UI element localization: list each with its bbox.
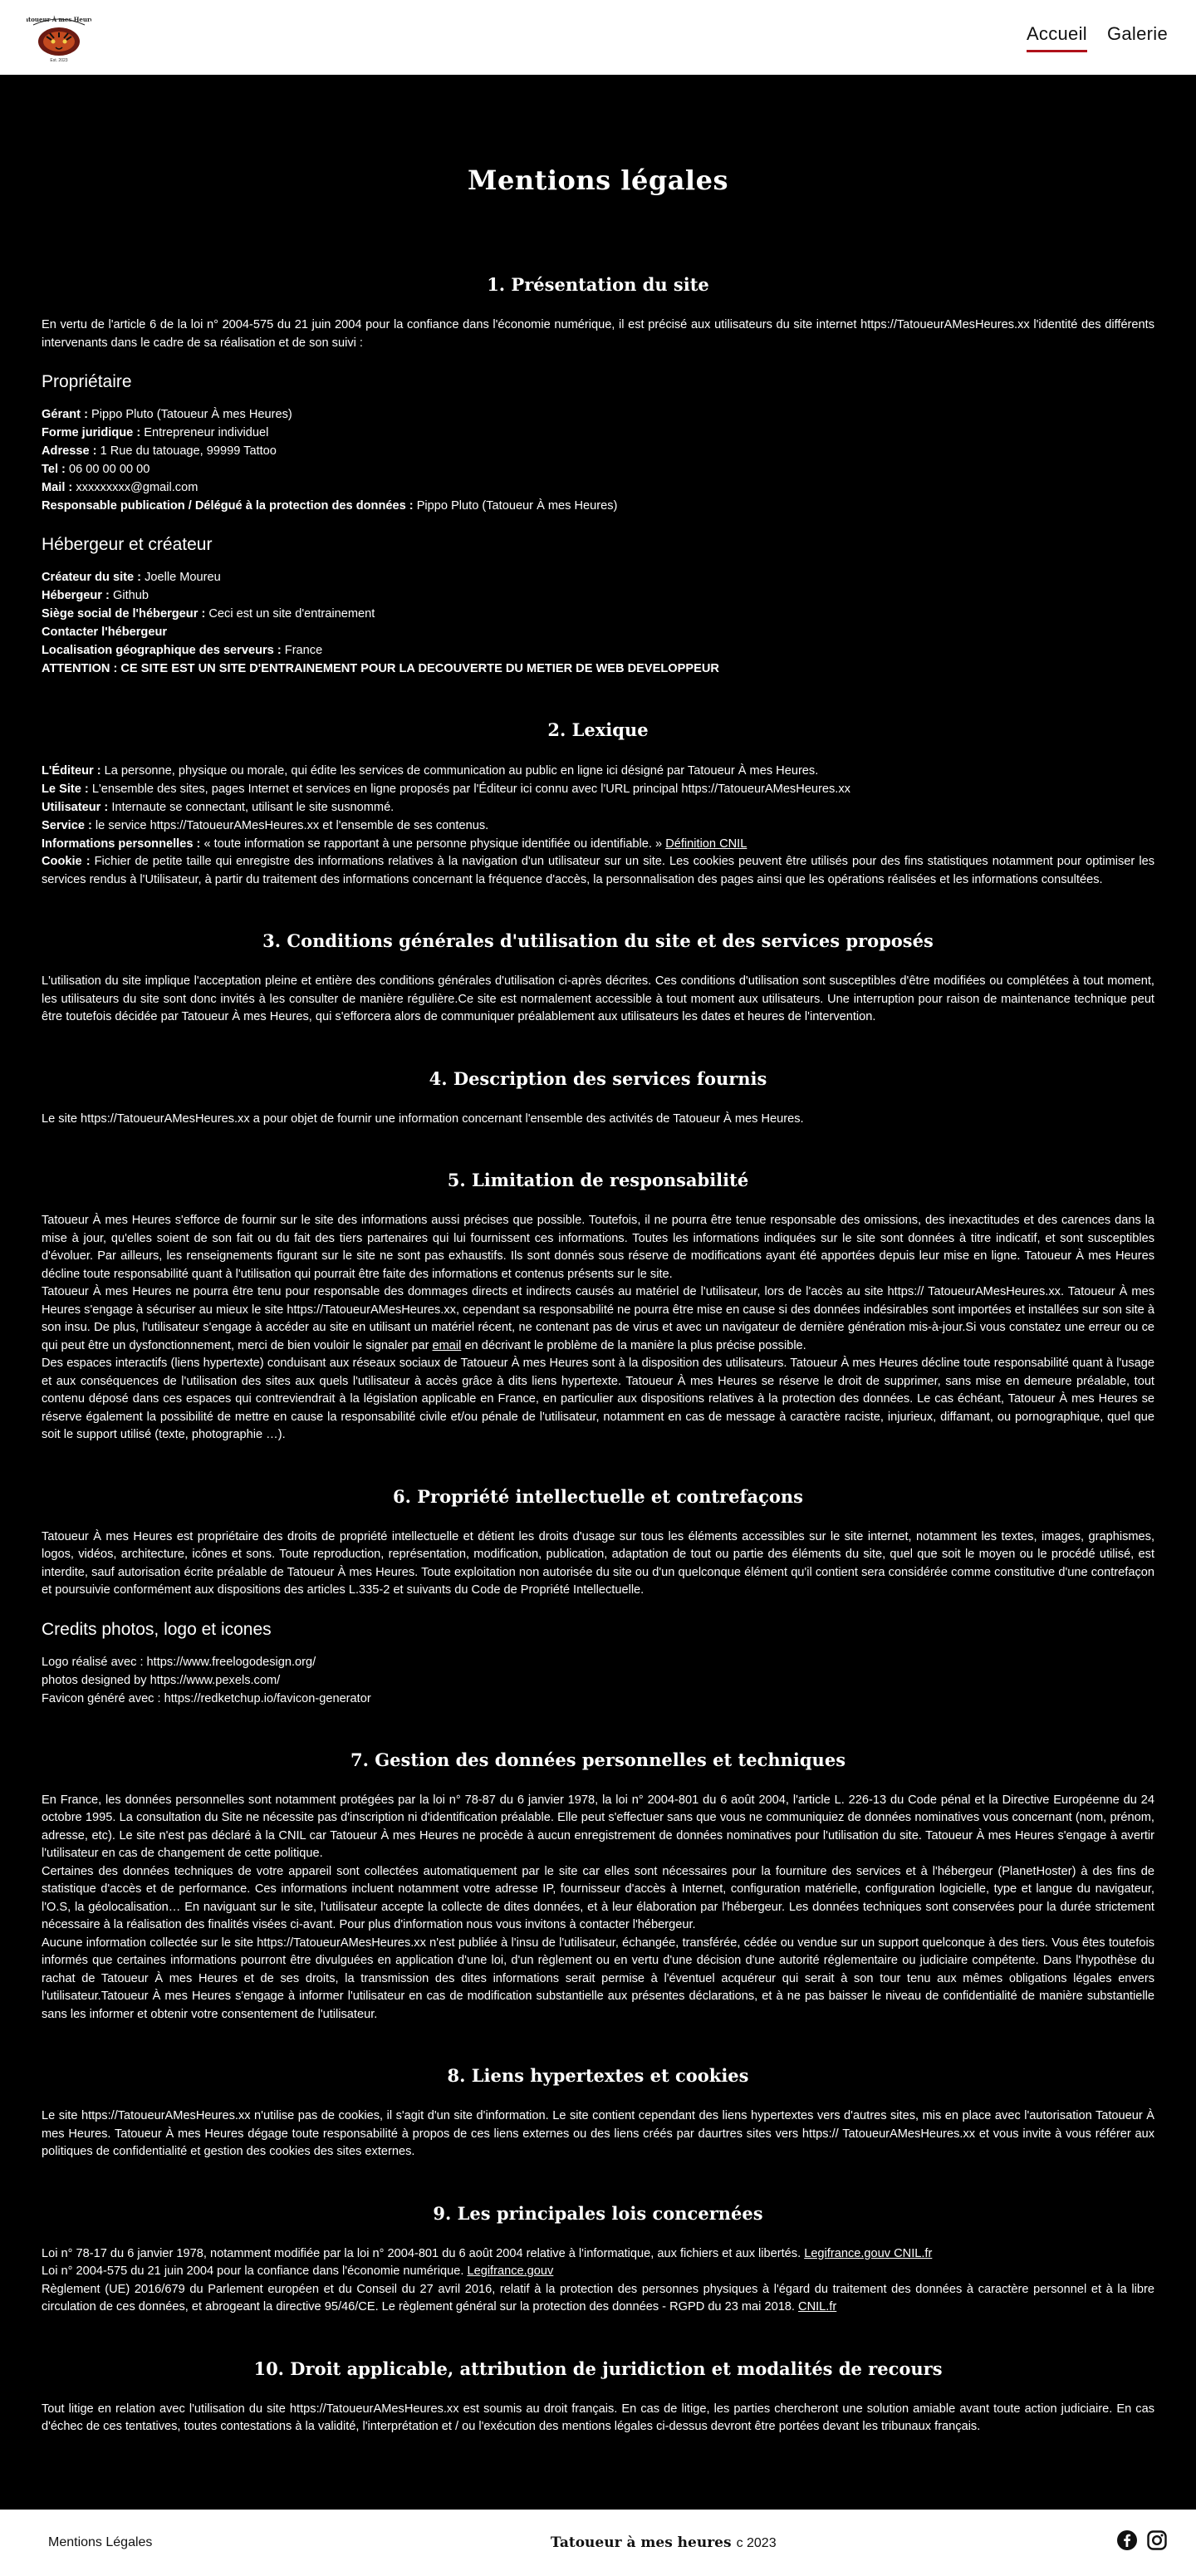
page-title: Mentions légales [468,164,728,196]
credits-heading: Credits photos, logo et icones [42,1619,272,1639]
host-name: Hébergeur : Github [42,589,149,602]
section-title: 8. Liens hypertextes et cookies [447,2065,749,2086]
tiger-logo-icon: Tatoueur À mes Heures Est. 2023 [27,16,91,63]
lexicon-cookie: Cookie : Fichier de petite taille qui en… [42,855,1154,886]
site-footer: Mentions Légales Tatoueur à mes heures c… [0,2509,1196,2576]
host-office: Siège social de l'hébergeur : Ceci est u… [42,607,375,621]
footer-brand-block: Tatoueur à mes heures c 2023 [551,2534,777,2551]
top-navbar: Tatoueur À mes Heures Est. 2023 Accueil … [0,0,1196,75]
credit-favicon: Favicon généré avec : https://redketchup… [42,1691,371,1705]
section-title: 6. Propriété intellectuelle et contrefaç… [392,1485,803,1507]
footer-legal-link[interactable]: Mentions Légales [48,2535,152,2550]
section-liability: 5. Limitation de responsabilité Tatoueur… [42,1170,1154,1445]
section-terms: 3. Conditions générales d'utilisation du… [42,930,1154,1027]
host-warning: ATTENTION : CE SITE EST UN SITE D'ENTRAI… [42,662,719,675]
law-item: Règlement (UE) 2016/679 du Parlement eur… [42,2282,1154,2314]
section-jurisdiction: 10. Droit applicable, attribution de jur… [42,2358,1154,2436]
host-location: Localisation géographique des serveurs :… [42,644,323,657]
section-laws: 9. Les principales lois concernées Loi n… [42,2203,1154,2317]
lexicon-user: Utilisateur : Internaute se connectant, … [42,801,395,814]
owner-phone: Tel : 06 00 00 00 00 [42,463,150,476]
footer-brand: Tatoueur à mes heures [550,2534,732,2551]
cnil-link[interactable]: CNIL.fr [798,2300,836,2313]
owner-manager: Gérant : Pippo Pluto (Tatoueur À mes Heu… [42,408,292,421]
section-links-cookies: 8. Liens hypertextes et cookies Le site … [42,2065,1154,2161]
logo-year: Est. 2023 [50,58,67,63]
instagram-link[interactable] [1146,2529,1168,2555]
legifrance-link[interactable]: Legifrance.gouv [467,2264,553,2278]
host-creator: Créateur du site : Joelle Moureu [42,571,221,584]
section-title: 4. Description des services fournis [429,1067,767,1089]
section-lexicon: 2. Lexique L'Éditeur : La personne, phys… [42,719,1154,889]
section-title: 1. Présentation du site [487,274,709,295]
lexicon-site: Le Site : L'ensemble des sites, pages In… [42,783,850,796]
cnil-definition-link[interactable]: Définition CNIL [665,837,747,851]
lexicon-editor: L'Éditeur : La personne, physique ou mor… [42,764,819,778]
services-text: Le site https://TatoueurAMesHeures.xx a … [42,1111,804,1126]
jurisdiction-text: Tout litige en relation avec l'utilisati… [42,2402,1154,2434]
email-link[interactable]: email [433,1339,462,1352]
liability-paragraph: Des espaces interactifs (liens hypertext… [42,1357,1154,1441]
nav-gallery[interactable]: Galerie [1107,23,1168,52]
legifrance-cnil-link[interactable]: Legifrance.gouv CNIL.fr [804,2247,932,2260]
legal-content: Mentions légales 1. Présentation du site… [0,75,1196,2510]
section-title: 9. Les principales lois concernées [433,2202,763,2224]
section-title: 2. Lexique [547,719,649,740]
law-item: Loi n° 2004-575 du 21 juin 2004 pour la … [42,2264,554,2278]
facebook-icon [1117,2530,1137,2550]
main-nav: Accueil Galerie [1026,23,1168,52]
data-paragraph: Certaines des données techniques de votr… [42,1864,1154,1932]
site-logo[interactable]: Tatoueur À mes Heures Est. 2023 [25,8,93,66]
terms-text: L'utilisation du site implique l'accepta… [42,974,1154,1023]
section-intellectual-property: 6. Propriété intellectuelle et contrefaç… [42,1486,1154,1708]
ip-text: Tatoueur À mes Heures est propriétaire d… [42,1529,1154,1597]
liability-paragraph: Tatoueur À mes Heures s'efforce de fourn… [42,1214,1154,1281]
owner-heading: Propriétaire [42,372,132,391]
section-title: 10. Droit applicable, attribution de jur… [253,2358,943,2379]
credit-photos: photos designed by https://www.pexels.co… [42,1673,281,1687]
law-item: Loi n° 78-17 du 6 janvier 1978, notammen… [42,2246,933,2260]
data-paragraph: Aucune information collectée sur le site… [42,1936,1154,2021]
footer-copyright: c 2023 [736,2535,777,2550]
section-presentation: 1. Présentation du site En vertu de l'ar… [42,274,1154,678]
credit-logo: Logo réalisé avec : https://www.freelogo… [42,1655,316,1669]
host-heading: Hébergeur et créateur [42,535,213,554]
owner-publication: Responsable publication / Délégué à la p… [42,499,618,513]
lexicon-service: Service : le service https://TatoueurAMe… [42,819,489,832]
liability-paragraph: Tatoueur À mes Heures ne pourra être ten… [42,1285,1154,1352]
instagram-icon [1147,2530,1167,2550]
owner-legal-form: Forme juridique : Entrepreneur individue… [42,426,269,439]
data-paragraph: En France, les données personnelles sont… [42,1793,1154,1861]
nav-home[interactable]: Accueil [1026,23,1087,52]
links-text: Le site https://TatoueurAMesHeures.xx n'… [42,2109,1154,2158]
presentation-intro: En vertu de l'article 6 de la loi n° 200… [42,318,1154,350]
owner-address: Adresse : 1 Rue du tatouage, 99999 Tatto… [42,444,277,458]
social-links [1116,2529,1168,2555]
host-contact: Contacter l'hébergeur [42,626,168,639]
logo-text: Tatoueur À mes Heures [27,16,91,23]
section-services: 4. Description des services fournis Le s… [42,1068,1154,1129]
facebook-link[interactable] [1116,2529,1138,2555]
section-title: 3. Conditions générales d'utilisation du… [262,930,934,951]
section-personal-data: 7. Gestion des données personnelles et t… [42,1749,1154,2024]
section-title: 7. Gestion des données personnelles et t… [350,1749,846,1770]
lexicon-personal-info: Informations personnelles : « toute info… [42,837,748,851]
section-title: 5. Limitation de responsabilité [447,1170,749,1190]
owner-mail: Mail : xxxxxxxxx@gmail.com [42,481,199,494]
